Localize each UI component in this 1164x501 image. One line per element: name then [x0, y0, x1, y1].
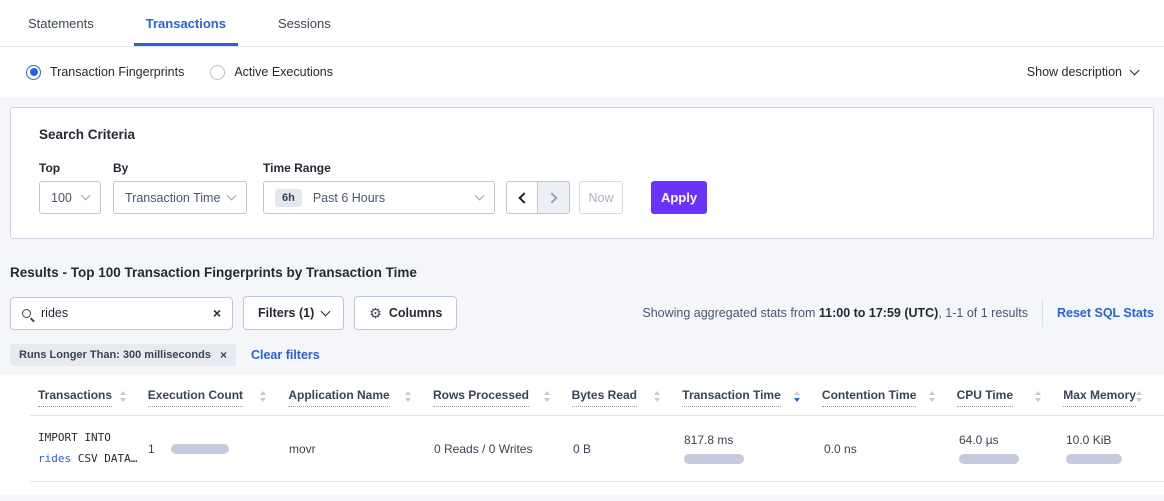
chevron-right-icon	[546, 192, 557, 203]
top-select[interactable]: 100	[39, 181, 101, 214]
chevron-down-icon	[321, 306, 331, 316]
by-label: By	[113, 161, 263, 175]
filter-chip-label: Runs Longer Than: 300 milliseconds	[19, 349, 211, 361]
execution-count-bar	[171, 444, 229, 454]
next-time-window-button[interactable]	[538, 181, 570, 214]
search-term-highlight: rides	[38, 452, 71, 465]
chevron-down-icon	[81, 191, 91, 201]
search-icon	[22, 309, 31, 318]
now-button[interactable]: Now	[579, 181, 623, 214]
column-header-max-memory[interactable]: Max Memory	[1063, 388, 1164, 407]
transaction-time-cell: 817.8 ms	[684, 433, 824, 464]
max-memory-bar	[1066, 454, 1122, 464]
column-header-transaction-time[interactable]: Transaction Time	[682, 388, 822, 407]
columns-button[interactable]: ⚙ Columns	[354, 296, 457, 330]
sort-icons	[1136, 388, 1142, 402]
page-tabs: Statements Transactions Sessions	[0, 0, 1164, 47]
filters-button[interactable]: Filters (1)	[243, 296, 344, 330]
top-label: Top	[39, 161, 113, 175]
transaction-fingerprint-link: IMPORT INTO rides CSV DATA…	[38, 428, 148, 469]
time-range-badge: 6h	[275, 189, 302, 207]
column-header-bytes-read[interactable]: Bytes Read	[572, 388, 683, 407]
chevron-down-icon	[475, 191, 485, 201]
time-window-nav	[506, 181, 570, 214]
search-criteria-title: Search Criteria	[39, 127, 1125, 142]
results-toolbar: × Filters (1) ⚙ Columns Showing aggregat…	[10, 296, 1154, 330]
sort-icons	[544, 388, 550, 402]
sort-icons	[120, 388, 126, 402]
sort-icons	[929, 388, 935, 402]
column-header-execution-count[interactable]: Execution Count	[148, 388, 289, 407]
tab-sessions[interactable]: Sessions	[274, 0, 335, 46]
sort-icons	[405, 388, 411, 402]
show-description-toggle[interactable]: Show description	[1027, 65, 1138, 79]
columns-button-label: Columns	[389, 306, 442, 320]
filter-chip-row: Runs Longer Than: 300 milliseconds × Cle…	[10, 344, 1154, 366]
previous-time-window-button[interactable]	[506, 181, 538, 214]
cpu-time-cell: 64.0 µs	[959, 433, 1066, 464]
table-header-row: Transactions Execution Count Application…	[30, 375, 1164, 416]
gear-icon: ⚙	[369, 306, 382, 320]
radio-unselected-icon[interactable]	[210, 65, 225, 80]
sort-icons	[654, 388, 660, 402]
search-criteria-controls: Top 100 By Transaction Time Time Range 6…	[39, 161, 1125, 214]
by-select[interactable]: Transaction Time	[113, 181, 247, 214]
radio-label: Active Executions	[234, 65, 333, 79]
clear-search-icon[interactable]: ×	[213, 306, 221, 320]
time-range-value: Past 6 Hours	[313, 191, 385, 205]
column-header-cpu-time[interactable]: CPU Time	[957, 388, 1064, 407]
chevron-down-icon	[227, 191, 237, 201]
top-select-value: 100	[51, 191, 72, 205]
show-description-label: Show description	[1027, 65, 1122, 79]
time-range-label: Time Range	[263, 161, 495, 175]
sort-icons	[260, 388, 266, 402]
radio-transaction-fingerprints[interactable]: Transaction Fingerprints	[26, 65, 184, 80]
search-box[interactable]: ×	[10, 297, 233, 330]
chevron-down-icon	[1130, 65, 1140, 75]
remove-filter-icon[interactable]: ×	[220, 349, 227, 361]
rows-processed-cell: 0 Reads / 0 Writes	[434, 440, 573, 458]
search-criteria-card: Search Criteria Top 100 By Transaction T…	[10, 107, 1154, 239]
time-range-select[interactable]: 6h Past 6 Hours	[263, 181, 495, 214]
clear-filters-link[interactable]: Clear filters	[251, 348, 320, 362]
radio-label: Transaction Fingerprints	[50, 65, 184, 79]
bytes-read-cell: 0 B	[573, 440, 684, 458]
view-toggle-bar: Transaction Fingerprints Active Executio…	[0, 47, 1164, 97]
radio-active-executions[interactable]: Active Executions	[210, 65, 333, 80]
tab-statements[interactable]: Statements	[24, 0, 98, 46]
column-header-rows-processed[interactable]: Rows Processed	[433, 388, 572, 407]
filters-button-label: Filters (1)	[258, 306, 314, 320]
column-header-application-name[interactable]: Application Name	[288, 388, 433, 407]
filter-chip: Runs Longer Than: 300 milliseconds ×	[10, 344, 236, 366]
table-row: IMPORT INTO rides CSV DATA… 1 movr 0 Rea…	[30, 416, 1164, 482]
application-name-cell: movr	[289, 440, 434, 458]
reset-sql-stats-link[interactable]: Reset SQL Stats	[1057, 306, 1154, 320]
column-header-contention-time[interactable]: Contention Time	[822, 388, 957, 407]
by-select-value: Transaction Time	[125, 191, 220, 205]
results-table: Transactions Execution Count Application…	[0, 375, 1164, 495]
stats-time-range: 11:00 to 17:59 (UTC)	[819, 306, 938, 320]
chevron-left-icon	[518, 192, 529, 203]
apply-button[interactable]: Apply	[651, 181, 707, 214]
max-memory-cell: 10.0 KiB	[1066, 433, 1164, 464]
transaction-time-bar	[684, 454, 744, 464]
aggregated-stats-text: Showing aggregated stats from 11:00 to 1…	[642, 306, 1028, 320]
transaction-cell[interactable]: IMPORT INTO rides CSV DATA…	[38, 428, 148, 469]
vertical-divider	[1042, 299, 1043, 327]
execution-count-cell: 1	[148, 442, 289, 456]
column-header-transactions[interactable]: Transactions	[38, 388, 148, 407]
sort-icons	[794, 388, 800, 402]
results-heading: Results - Top 100 Transaction Fingerprin…	[10, 265, 1154, 280]
contention-time-cell: 0.0 ns	[824, 440, 959, 458]
tab-transactions[interactable]: Transactions	[142, 0, 230, 46]
radio-selected-icon[interactable]	[26, 65, 41, 80]
cpu-time-bar	[959, 454, 1019, 464]
search-input[interactable]	[41, 306, 213, 320]
sort-icons	[1035, 388, 1041, 402]
